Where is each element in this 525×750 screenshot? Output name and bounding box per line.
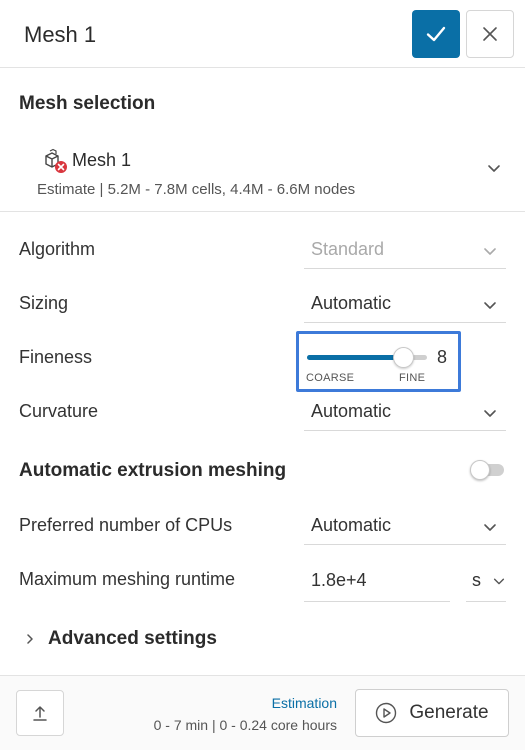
geometry-error-icon bbox=[45, 148, 67, 173]
chevron-down-icon bbox=[493, 578, 505, 585]
estimation-detail: 0 - 7 min | 0 - 0.24 core hours bbox=[153, 717, 337, 733]
toggle-knob bbox=[470, 460, 490, 480]
advanced-settings-toggle[interactable]: Advanced settings bbox=[24, 625, 217, 653]
runtime-label: Maximum meshing runtime bbox=[19, 569, 236, 589]
close-button[interactable] bbox=[466, 10, 514, 58]
estimation-title[interactable]: Estimation bbox=[272, 695, 337, 711]
play-circle-icon bbox=[376, 702, 397, 724]
auto-extrusion-label: Automatic extrusion meshing bbox=[19, 460, 287, 481]
cpus-label: Preferred number of CPUs bbox=[19, 515, 233, 535]
algorithm-label: Algorithm bbox=[19, 239, 96, 259]
chevron-down-icon[interactable] bbox=[486, 160, 502, 176]
cpus-value: Automatic bbox=[311, 515, 392, 535]
runtime-input[interactable]: 1.8e+4 bbox=[304, 560, 450, 602]
runtime-unit-value: s bbox=[472, 570, 481, 590]
curvature-label: Curvature bbox=[19, 401, 99, 421]
dialog-header: Mesh 1 bbox=[0, 0, 525, 68]
fineness-slider[interactable] bbox=[307, 347, 427, 368]
chevron-down-icon bbox=[484, 524, 496, 531]
checkmark-icon bbox=[426, 26, 446, 42]
advanced-settings-label: Advanced settings bbox=[48, 628, 217, 649]
export-button[interactable] bbox=[16, 690, 64, 736]
slider-max-label: FINE bbox=[399, 372, 426, 384]
auto-extrusion-toggle[interactable] bbox=[470, 460, 506, 480]
chevron-down-icon bbox=[484, 248, 496, 255]
confirm-button[interactable] bbox=[412, 10, 460, 58]
mesh-selection-title: Mesh selection bbox=[19, 93, 156, 114]
sizing-label: Sizing bbox=[19, 293, 69, 313]
fineness-label: Fineness bbox=[19, 347, 93, 367]
algorithm-value: Standard bbox=[311, 239, 385, 259]
algorithm-select[interactable]: Standard bbox=[304, 231, 506, 269]
dialog-title: Mesh 1 bbox=[24, 22, 97, 47]
mesh-selection-item[interactable]: Mesh 1 Estimate | 5.2M - 7.8M cells, 4.4… bbox=[0, 138, 525, 212]
generate-button[interactable]: Generate bbox=[355, 689, 509, 737]
mesh-estimate: Estimate | 5.2M - 7.8M cells, 4.4M - 6.6… bbox=[37, 181, 356, 198]
fineness-value: 8 bbox=[437, 347, 448, 367]
slider-fill bbox=[307, 355, 403, 360]
sizing-select[interactable]: Automatic bbox=[304, 285, 506, 323]
generate-label: Generate bbox=[409, 702, 489, 723]
upload-icon bbox=[33, 706, 47, 721]
cpus-select[interactable]: Automatic bbox=[304, 507, 506, 545]
runtime-value: 1.8e+4 bbox=[311, 570, 367, 590]
chevron-down-icon bbox=[484, 410, 496, 417]
slider-min-label: COARSE bbox=[306, 372, 355, 384]
curvature-value: Automatic bbox=[311, 401, 392, 421]
chevron-right-icon bbox=[27, 634, 33, 644]
fineness-slider-container: 8 COARSE FINE bbox=[296, 331, 461, 392]
mesh-item-name: Mesh 1 bbox=[72, 150, 132, 170]
curvature-select[interactable]: Automatic bbox=[304, 393, 506, 431]
runtime-unit-select[interactable]: s bbox=[466, 560, 506, 602]
dialog-footer: Estimation 0 - 7 min | 0 - 0.24 core hou… bbox=[0, 675, 525, 750]
close-icon bbox=[483, 27, 497, 41]
slider-handle[interactable] bbox=[393, 347, 414, 368]
sizing-value: Automatic bbox=[311, 293, 392, 313]
chevron-down-icon bbox=[484, 302, 496, 309]
